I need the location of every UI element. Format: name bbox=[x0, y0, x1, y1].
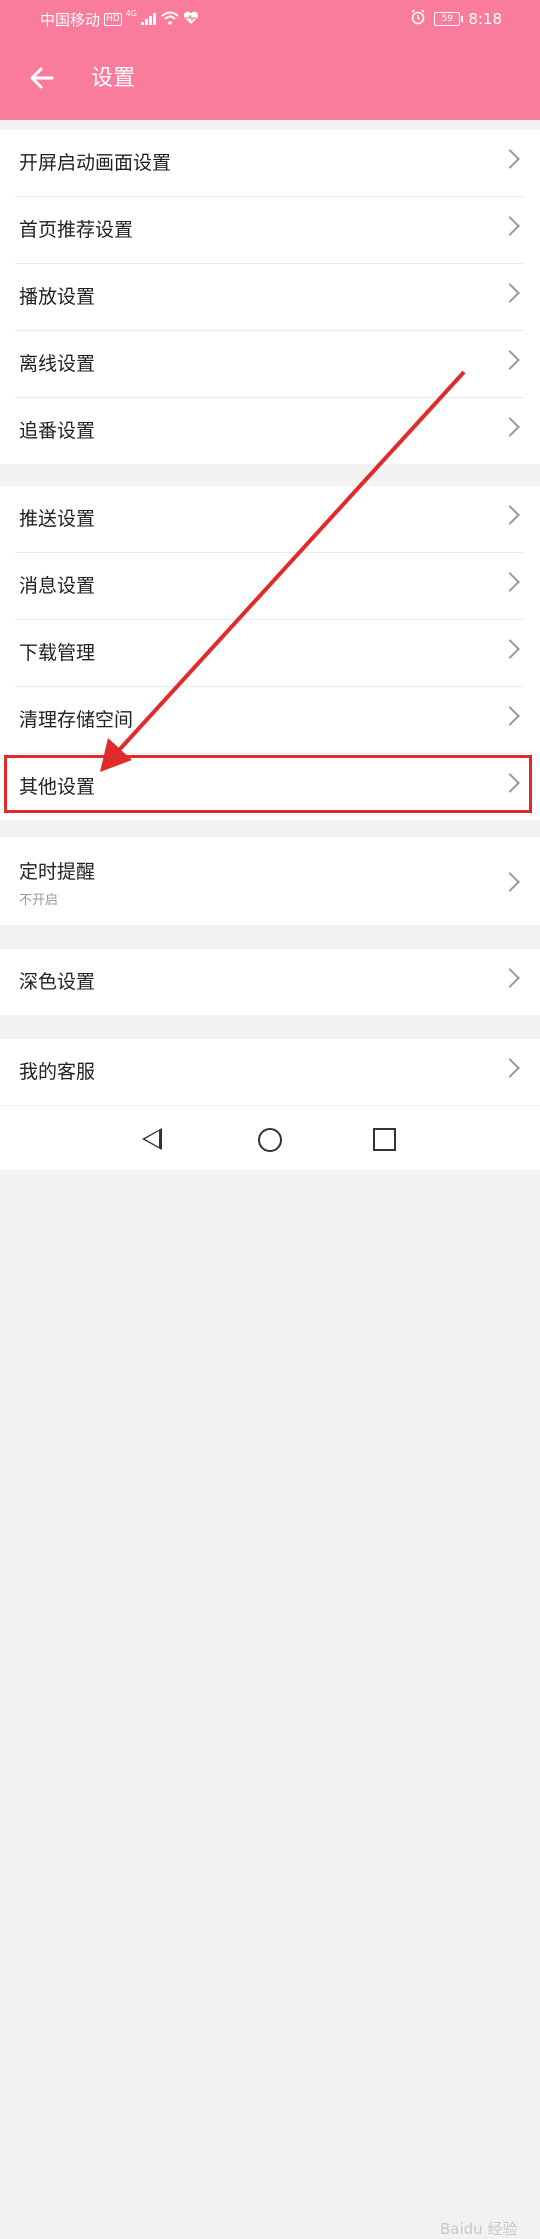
nav-back-icon[interactable] bbox=[142, 1128, 162, 1150]
chevron-right-icon bbox=[500, 149, 520, 169]
chevron-right-icon bbox=[500, 773, 520, 793]
settings-item-sublabel: 不开启 bbox=[19, 893, 59, 908]
alarm-icon bbox=[410, 9, 426, 29]
settings-item-label: 我的客服 bbox=[19, 1061, 96, 1083]
settings-item-follow[interactable]: 追番设置 bbox=[15, 398, 525, 464]
settings-item-playback[interactable]: 播放设置 bbox=[15, 264, 525, 331]
chevron-right-icon bbox=[500, 216, 520, 236]
settings-item-label: 离线设置 bbox=[19, 353, 96, 375]
wifi-icon bbox=[161, 11, 179, 29]
settings-item-label: 播放设置 bbox=[19, 286, 96, 308]
signal-icon bbox=[141, 11, 157, 29]
carrier-label: 中国移动 bbox=[40, 11, 101, 29]
settings-item-label: 清理存储空间 bbox=[19, 709, 134, 731]
chevron-right-icon bbox=[500, 968, 520, 988]
settings-item-label: 追番设置 bbox=[19, 420, 96, 442]
status-bar: 中国移动 HD 4G 59 8:18 bbox=[0, 0, 540, 38]
status-bar-right: 59 8:18 bbox=[410, 9, 502, 29]
battery-icon: 59 bbox=[434, 12, 464, 26]
settings-group-support: 我的客服 bbox=[0, 1039, 540, 1105]
arrow-left-icon[interactable] bbox=[28, 60, 56, 96]
chevron-right-icon bbox=[500, 283, 520, 303]
settings-group-appearance: 深色设置 bbox=[0, 949, 540, 1015]
chevron-right-icon bbox=[500, 872, 520, 892]
chevron-right-icon bbox=[500, 505, 520, 525]
settings-group-general: 开屏启动画面设置 首页推荐设置 播放设置 离线设置 追番设置 bbox=[0, 130, 540, 464]
nav-recents-icon[interactable] bbox=[373, 1128, 396, 1151]
settings-item-customer-service[interactable]: 我的客服 bbox=[15, 1039, 525, 1105]
settings-item-timer-reminder[interactable]: 定时提醒 不开启 bbox=[15, 837, 525, 925]
heart-monitor-icon bbox=[183, 11, 199, 29]
settings-item-label: 深色设置 bbox=[19, 971, 96, 993]
network-type: 4G bbox=[125, 9, 138, 18]
settings-item-label: 开屏启动画面设置 bbox=[19, 152, 172, 174]
settings-item-clear-storage[interactable]: 清理存储空间 bbox=[15, 687, 525, 754]
settings-item-label: 首页推荐设置 bbox=[19, 219, 134, 241]
settings-item-label: 消息设置 bbox=[19, 575, 96, 597]
hd-badge: HD bbox=[104, 13, 122, 26]
settings-item-label: 下载管理 bbox=[19, 642, 96, 664]
chevron-right-icon bbox=[500, 350, 520, 370]
nav-home-icon[interactable] bbox=[258, 1128, 282, 1152]
settings-item-label: 其他设置 bbox=[19, 776, 96, 798]
status-bar-left: 中国移动 HD 4G bbox=[40, 9, 199, 30]
settings-item-other[interactable]: 其他设置 bbox=[15, 754, 525, 820]
settings-item-dark-mode[interactable]: 深色设置 bbox=[15, 949, 525, 1015]
system-nav-bar: Baidu 经验 bbox=[0, 1106, 540, 2238]
app-bar: 设置 bbox=[0, 38, 540, 120]
page-title: 设置 bbox=[91, 66, 136, 91]
settings-item-splash[interactable]: 开屏启动画面设置 bbox=[15, 130, 525, 197]
settings-item-label: 推送设置 bbox=[19, 508, 96, 530]
chevron-right-icon bbox=[500, 639, 520, 659]
settings-item-offline[interactable]: 离线设置 bbox=[15, 331, 525, 398]
settings-group-reminder: 定时提醒 不开启 bbox=[0, 837, 540, 925]
settings-group-notifications: 推送设置 消息设置 下载管理 清理存储空间 其他设置 bbox=[0, 486, 540, 820]
chevron-right-icon bbox=[500, 1058, 520, 1078]
settings-item-label: 定时提醒 bbox=[19, 861, 96, 883]
settings-item-messages[interactable]: 消息设置 bbox=[15, 553, 525, 620]
settings-item-push[interactable]: 推送设置 bbox=[15, 486, 525, 553]
settings-item-downloads[interactable]: 下载管理 bbox=[15, 620, 525, 687]
settings-item-home-recommend[interactable]: 首页推荐设置 bbox=[15, 197, 525, 264]
clock-time: 8:18 bbox=[468, 10, 502, 28]
chevron-right-icon bbox=[500, 706, 520, 726]
chevron-right-icon bbox=[500, 417, 520, 437]
chevron-right-icon bbox=[500, 572, 520, 592]
watermark: Baidu 经验 bbox=[440, 2220, 518, 2238]
